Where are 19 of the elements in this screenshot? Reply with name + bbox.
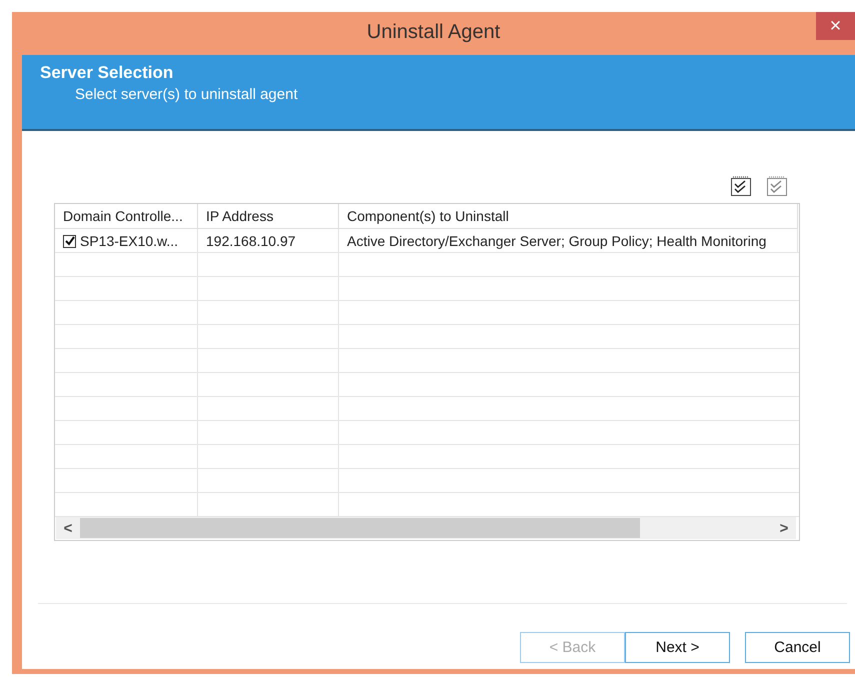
table-cell-text: Active Directory/Exchanger Server; Group Policy; Health Monitoring <box>347 232 766 251</box>
window-title: Uninstall Agent <box>366 20 502 44</box>
column-header[interactable]: Component(s) to Uninstall <box>339 204 798 229</box>
uncheck-all-icon[interactable] <box>766 175 788 197</box>
table-cell-text: SP13-EX10.w... <box>80 232 178 251</box>
table-cell-text: 192.168.10.97 <box>206 232 296 251</box>
header-title: Server Selection <box>40 63 174 83</box>
close-button[interactable]: × <box>816 12 855 40</box>
scrollbar-thumb[interactable] <box>80 518 640 538</box>
wizard-button[interactable]: Next > <box>625 632 730 663</box>
wizard-button[interactable]: Cancel <box>745 632 850 663</box>
scroll-left-button[interactable]: < <box>56 520 80 536</box>
horizontal-scrollbar[interactable]: < > <box>56 517 796 539</box>
header-subtitle: Select server(s) to uninstall agent <box>75 86 299 103</box>
column-header[interactable]: IP Address <box>198 204 339 229</box>
check-all-icon[interactable] <box>730 175 752 197</box>
column-header[interactable]: Domain Controlle... <box>55 204 198 229</box>
scroll-right-button[interactable]: > <box>772 520 796 536</box>
row-checkbox[interactable] <box>63 234 76 248</box>
